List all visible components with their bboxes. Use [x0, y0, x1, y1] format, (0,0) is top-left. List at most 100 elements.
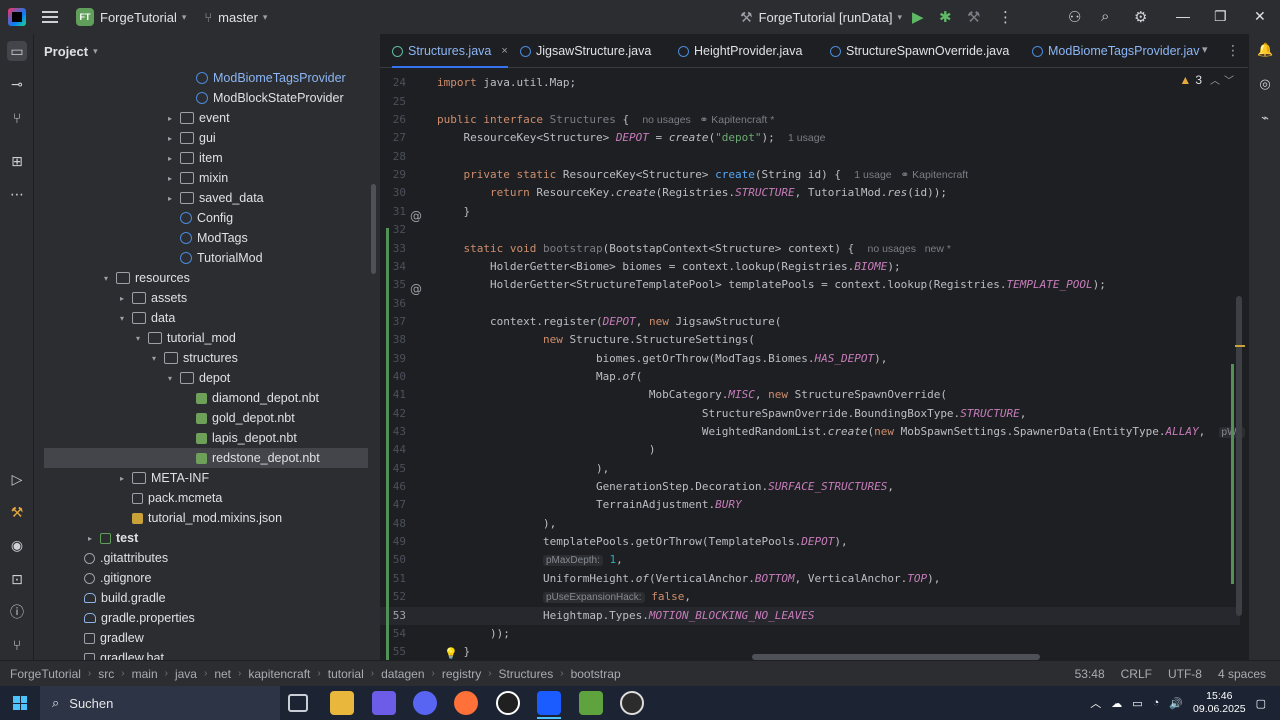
problems-icon[interactable]: ⓘ [7, 602, 27, 622]
tree-item[interactable]: ▾ data [34, 308, 380, 328]
start-button[interactable] [0, 686, 40, 720]
gradle-icon[interactable]: ⌁ [1257, 110, 1273, 126]
code-line[interactable]: 53 Heightmap.Types.MOTION_BLOCKING_NO_LE… [380, 606, 1240, 625]
tree-item[interactable]: ▸ mixin [34, 168, 380, 188]
tree-item[interactable]: build.gradle [34, 588, 380, 608]
tree-item[interactable]: ▸ saved_data [34, 188, 380, 208]
debug-icon[interactable]: ✱ [939, 8, 952, 26]
tree-item[interactable]: ▾ resources [34, 268, 380, 288]
tree-item[interactable]: gradle.properties [34, 608, 380, 628]
tree-item[interactable]: ▸ gui [34, 128, 380, 148]
breadcrumb-item[interactable]: Structures [499, 667, 554, 681]
tree-item[interactable]: ▾ tutorial_mod [34, 328, 380, 348]
branch-name[interactable]: master [218, 10, 258, 25]
tabs-dropdown-icon[interactable]: ▾ [1202, 43, 1208, 56]
code-line[interactable]: 45 ), [380, 460, 1240, 478]
breadcrumb-item[interactable]: datagen [381, 667, 424, 681]
chevron-down-icon[interactable]: ▾ [263, 12, 268, 23]
code-line[interactable]: 46 GenerationStep.Decoration.SURFACE_STR… [380, 478, 1240, 496]
file-explorer-icon[interactable] [330, 691, 354, 715]
clock[interactable]: 15:46 09.06.2025 [1193, 690, 1246, 716]
code-line[interactable]: 34 HolderGetter<Biome> biomes = context.… [380, 258, 1240, 276]
code-line[interactable]: 36 [380, 295, 1240, 313]
build-tool-icon[interactable]: ⚒ [7, 502, 27, 522]
tree-item[interactable]: ▾ depot [34, 368, 380, 388]
firefox-icon[interactable] [454, 691, 478, 715]
expand-arrow-icon[interactable]: ▾ [164, 374, 176, 383]
notifications-icon[interactable]: 🔔 [1257, 42, 1273, 58]
breadcrumb-item[interactable]: main [132, 667, 158, 681]
settings-gear-icon[interactable]: ⚙ [1134, 8, 1147, 26]
task-view-icon[interactable] [288, 694, 308, 712]
vcs-change-marker[interactable] [386, 228, 389, 660]
tree-item[interactable]: ▸ test [34, 528, 380, 548]
tab-height-provider[interactable]: HeightProvider.java [678, 34, 802, 68]
services-icon[interactable]: ◉ [7, 535, 27, 555]
code-line[interactable]: 30 return ResourceKey.create(Registries.… [380, 184, 1240, 202]
tree-item[interactable]: tutorial_mod.mixins.json [34, 508, 380, 528]
tab-jigsaw-structure[interactable]: JigsawStructure.java [520, 34, 651, 68]
tree-item[interactable]: ▸ assets [34, 288, 380, 308]
code-line[interactable]: 41 MobCategory.MISC, new StructureSpawnO… [380, 386, 1240, 404]
code-line[interactable]: 32 [380, 221, 1240, 239]
warning-stripe[interactable] [1235, 345, 1245, 347]
breadcrumb-item[interactable]: kapitencraft [248, 667, 310, 681]
taskbar-search[interactable]: ⌕ Suchen [40, 686, 280, 720]
tab-mod-biome-tags-provider[interactable]: ModBiomeTagsProvider.jav [1032, 34, 1199, 68]
close-tab-icon[interactable]: × [501, 45, 507, 57]
code-line[interactable]: 43 WeightedRandomList.create(new MobSpaw… [380, 423, 1245, 441]
wifi-icon[interactable]: ◔ [1153, 697, 1160, 709]
chevron-down-icon[interactable]: ▾ [182, 12, 187, 23]
tree-item[interactable]: gold_depot.nbt [34, 408, 380, 428]
minecraft-icon[interactable] [579, 691, 603, 715]
override-gutter-icon[interactable]: @ [410, 209, 422, 223]
tree-item[interactable]: ▸ event [34, 108, 380, 128]
discord-icon[interactable] [413, 691, 437, 715]
code-line[interactable]: 54 )); [380, 625, 1240, 643]
minimize-button[interactable]: — [1176, 8, 1190, 24]
breadcrumb-item[interactable]: src [98, 667, 114, 681]
expand-arrow-icon[interactable]: ▾ [100, 274, 112, 283]
tree-item[interactable]: redstone_depot.nbt [44, 448, 368, 468]
code-line[interactable]: 50 pMaxDepth: 1, [380, 551, 1240, 569]
battery-icon[interactable]: ▭ [1132, 697, 1142, 710]
expand-arrow-icon[interactable]: ▸ [116, 474, 128, 483]
file-encoding[interactable]: UTF-8 [1168, 667, 1202, 681]
code-line[interactable]: 35 HolderGetter<StructureTemplatePool> t… [380, 276, 1240, 294]
more-tools-icon[interactable]: ⋯ [7, 184, 27, 204]
volume-icon[interactable]: 🔊 [1169, 697, 1183, 710]
git-branch-icon[interactable]: ⑂ [204, 10, 212, 25]
maximize-button[interactable]: ❐ [1214, 8, 1227, 25]
breadcrumb-item[interactable]: bootstrap [571, 667, 621, 681]
terminal-icon[interactable]: ⊡ [7, 569, 27, 589]
chevron-up-icon[interactable]: ︿ [1090, 695, 1101, 711]
indent-setting[interactable]: 4 spaces [1218, 667, 1266, 681]
tree-item[interactable]: gradlew [34, 628, 380, 648]
main-menu-icon[interactable] [42, 11, 58, 23]
breadcrumb-item[interactable]: ForgeTutorial [10, 667, 81, 681]
code-line[interactable]: 47 TerrainAdjustment.BURY [380, 496, 1240, 514]
project-badge[interactable]: FT [76, 8, 94, 26]
tab-structure-spawn-override[interactable]: StructureSpawnOverride.java [830, 34, 1009, 68]
tree-item[interactable]: ModBiomeTagsProvider [34, 68, 380, 88]
expand-arrow-icon[interactable]: ▾ [116, 314, 128, 323]
project-panel-header[interactable]: Project ▾ [34, 34, 380, 68]
code-line[interactable]: 27 ResourceKey<Structure> DEPOT = create… [380, 129, 1240, 147]
breadcrumb-item[interactable]: net [214, 667, 231, 681]
code-line[interactable]: 38 new Structure.StructureSettings( [380, 331, 1240, 349]
tree-item[interactable]: diamond_depot.nbt [34, 388, 380, 408]
code-line[interactable]: 42 StructureSpawnOverride.BoundingBoxTyp… [380, 405, 1240, 423]
editor-vertical-scrollbar[interactable] [1236, 296, 1242, 616]
code-line[interactable]: 23 [380, 68, 1240, 74]
tree-item[interactable]: ModBlockStateProvider [34, 88, 380, 108]
code-area[interactable]: 55 } 54 )); 53 Heightmap.Types.MOTION_BLOC… [380, 68, 1248, 660]
code-line[interactable]: 24 import java.util.Map; [380, 74, 1240, 92]
build-icon[interactable]: ⚒ [967, 8, 980, 26]
obs-icon[interactable] [620, 691, 644, 715]
breadcrumb-item[interactable]: tutorial [328, 667, 364, 681]
pull-requests-icon[interactable]: ⑂ [7, 108, 27, 128]
app-icon[interactable] [372, 691, 396, 715]
code-line[interactable]: 37 context.register(DEPOT, new JigsawStr… [380, 313, 1240, 331]
expand-arrow-icon[interactable]: ▸ [116, 294, 128, 303]
notification-center-icon[interactable]: ▢ [1256, 697, 1266, 710]
